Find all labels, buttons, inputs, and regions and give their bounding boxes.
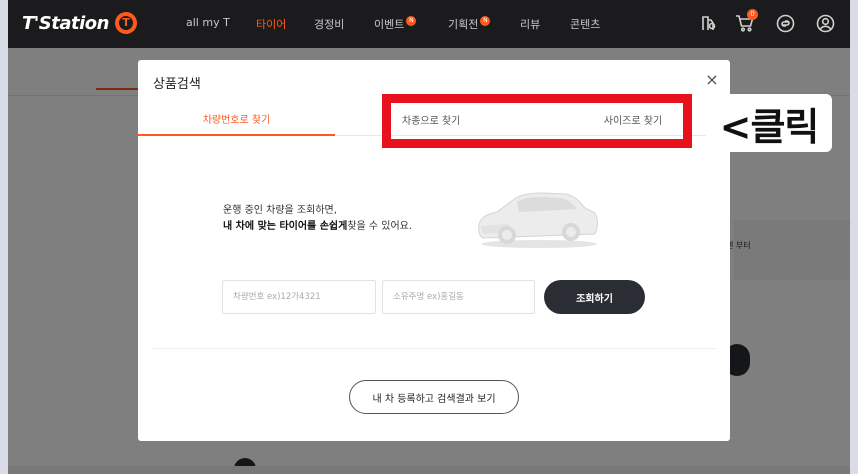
- top-navigation: T'Station T all my T 타이어 경정비 이벤트 N 기획전 N 리…: [8, 0, 850, 48]
- car-illustration: [478, 192, 598, 248]
- modal-divider: [153, 348, 716, 349]
- cart-count-badge: 0: [747, 9, 758, 20]
- click-callout: <클릭: [706, 94, 832, 152]
- logo[interactable]: T'Station T: [22, 10, 137, 36]
- nav-item-review[interactable]: 리뷰: [520, 16, 540, 32]
- nav-item-maintenance[interactable]: 경정비: [314, 16, 344, 32]
- cart-icon[interactable]: 0: [734, 9, 758, 34]
- nav-item-event[interactable]: 이벤트 N: [374, 16, 417, 32]
- nav-item-tire[interactable]: 타이어: [256, 16, 286, 32]
- logo-text: T'Station: [22, 12, 109, 34]
- owner-name-input[interactable]: [382, 280, 535, 314]
- nav-item-promotion[interactable]: 기획전 N: [448, 16, 491, 32]
- user-icon[interactable]: [814, 12, 836, 34]
- new-badge: N: [406, 16, 417, 26]
- link-icon[interactable]: [774, 12, 796, 34]
- modal-title: 상품검색: [153, 77, 201, 92]
- tab-plate-number[interactable]: 차량번호로 찾기: [138, 102, 335, 136]
- lookup-button[interactable]: 조회하기: [544, 280, 645, 314]
- nav-item-contents[interactable]: 콘텐츠: [570, 16, 600, 32]
- register-car-button[interactable]: 내 차 등록하고 검색결과 보기: [349, 380, 519, 414]
- description-line-2: 내 차에 맞는 타이어를 손쉽게찾을 수 있어요.: [223, 221, 413, 232]
- highlight-box: [382, 94, 692, 148]
- new-badge: N: [480, 16, 491, 26]
- browser-frame: 렌 부터 T'Station T all my T 타이어 경정비 이벤트N 기…: [8, 0, 850, 474]
- store-search-icon[interactable]: [698, 12, 720, 34]
- plate-number-input[interactable]: [222, 280, 376, 314]
- description-line-1: 운행 중인 차량을 조회하면,: [223, 205, 337, 216]
- close-icon[interactable]: ×: [704, 72, 720, 88]
- logo-mark-icon: T: [114, 12, 137, 34]
- nav-item-all-my-t[interactable]: all my T: [186, 16, 230, 29]
